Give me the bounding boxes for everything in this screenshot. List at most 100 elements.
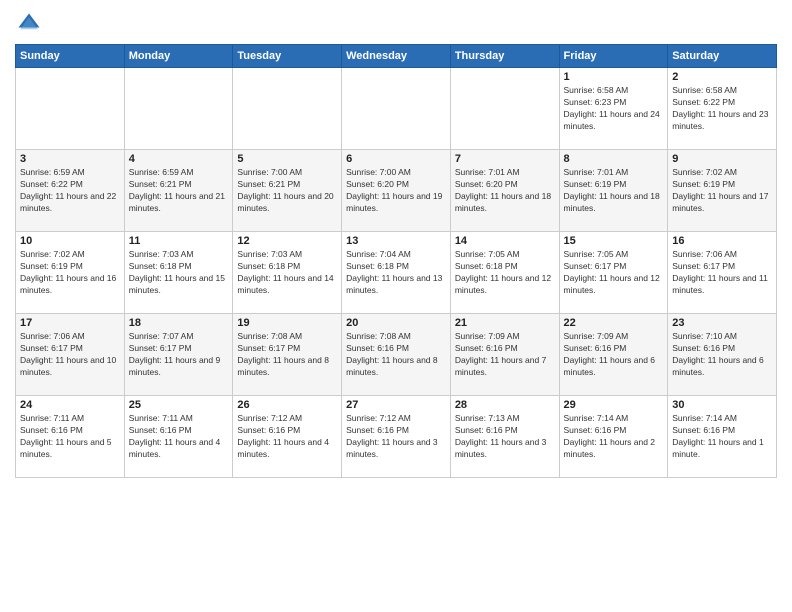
day-number: 8: [564, 153, 664, 165]
day-info: Sunrise: 7:01 AM Sunset: 6:19 PM Dayligh…: [564, 167, 664, 215]
day-number: 23: [672, 317, 772, 329]
day-number: 15: [564, 235, 664, 247]
calendar-cell: 25 Sunrise: 7:11 AM Sunset: 6:16 PM Dayli…: [124, 396, 233, 478]
day-number: 5: [237, 153, 337, 165]
day-number: 6: [346, 153, 446, 165]
day-info: Sunrise: 7:02 AM Sunset: 6:19 PM Dayligh…: [20, 249, 120, 297]
calendar-cell: [124, 68, 233, 150]
day-info: Sunrise: 7:06 AM Sunset: 6:17 PM Dayligh…: [672, 249, 772, 297]
calendar-cell: 15 Sunrise: 7:05 AM Sunset: 6:17 PM Dayli…: [559, 232, 668, 314]
week-row-2: 3 Sunrise: 6:59 AM Sunset: 6:22 PM Daylig…: [16, 150, 777, 232]
logo-icon: [15, 10, 43, 38]
weekday-header-tuesday: Tuesday: [233, 45, 342, 68]
calendar-cell: 27 Sunrise: 7:12 AM Sunset: 6:16 PM Dayli…: [342, 396, 451, 478]
day-number: 17: [20, 317, 120, 329]
weekday-header-wednesday: Wednesday: [342, 45, 451, 68]
calendar-cell: 28Sunrise: 7:13 AM Sunset: 6:16 PM Dayli…: [450, 396, 559, 478]
calendar-cell: 21Sunrise: 7:09 AM Sunset: 6:16 PM Dayli…: [450, 314, 559, 396]
day-number: 29: [564, 399, 664, 411]
calendar-cell: 6Sunrise: 7:00 AM Sunset: 6:20 PM Daylig…: [342, 150, 451, 232]
day-info: Sunrise: 7:14 AM Sunset: 6:16 PM Dayligh…: [564, 413, 664, 461]
weekday-header-monday: Monday: [124, 45, 233, 68]
page: SundayMondayTuesdayWednesdayThursdayFrid…: [0, 0, 792, 612]
calendar-cell: 22Sunrise: 7:09 AM Sunset: 6:16 PM Dayli…: [559, 314, 668, 396]
calendar-cell: 20 Sunrise: 7:08 AM Sunset: 6:16 PM Dayli…: [342, 314, 451, 396]
weekday-header-row: SundayMondayTuesdayWednesdayThursdayFrid…: [16, 45, 777, 68]
calendar-cell: 10 Sunrise: 7:02 AM Sunset: 6:19 PM Dayli…: [16, 232, 125, 314]
day-info: Sunrise: 7:04 AM Sunset: 6:18 PM Dayligh…: [346, 249, 446, 297]
day-info: Sunrise: 7:08 AM Sunset: 6:16 PM Dayligh…: [346, 331, 446, 379]
day-info: Sunrise: 7:02 AM Sunset: 6:19 PM Dayligh…: [672, 167, 772, 215]
day-number: 11: [129, 235, 229, 247]
day-info: Sunrise: 7:01 AM Sunset: 6:20 PM Dayligh…: [455, 167, 555, 215]
calendar-cell: 8 Sunrise: 7:01 AM Sunset: 6:19 PM Daylig…: [559, 150, 668, 232]
day-number: 27: [346, 399, 446, 411]
day-info: Sunrise: 6:59 AM Sunset: 6:22 PM Dayligh…: [20, 167, 120, 215]
calendar-cell: 24 Sunrise: 7:11 AM Sunset: 6:16 PM Dayli…: [16, 396, 125, 478]
calendar-cell: 14Sunrise: 7:05 AM Sunset: 6:18 PM Dayli…: [450, 232, 559, 314]
calendar-cell: 30 Sunrise: 7:14 AM Sunset: 6:16 PM Dayli…: [668, 396, 777, 478]
day-info: Sunrise: 7:05 AM Sunset: 6:17 PM Dayligh…: [564, 249, 664, 297]
day-number: 2: [672, 71, 772, 83]
weekday-header-sunday: Sunday: [16, 45, 125, 68]
day-info: Sunrise: 7:11 AM Sunset: 6:16 PM Dayligh…: [20, 413, 120, 461]
day-number: 22: [564, 317, 664, 329]
day-number: 3: [20, 153, 120, 165]
day-number: 12: [237, 235, 337, 247]
calendar-cell: 29 Sunrise: 7:14 AM Sunset: 6:16 PM Dayli…: [559, 396, 668, 478]
calendar-cell: 26 Sunrise: 7:12 AM Sunset: 6:16 PM Dayli…: [233, 396, 342, 478]
week-row-5: 24 Sunrise: 7:11 AM Sunset: 6:16 PM Dayli…: [16, 396, 777, 478]
calendar-cell: 23Sunrise: 7:10 AM Sunset: 6:16 PM Dayli…: [668, 314, 777, 396]
calendar-cell: [16, 68, 125, 150]
calendar-cell: 3 Sunrise: 6:59 AM Sunset: 6:22 PM Daylig…: [16, 150, 125, 232]
day-number: 10: [20, 235, 120, 247]
calendar-cell: 5 Sunrise: 7:00 AM Sunset: 6:21 PM Daylig…: [233, 150, 342, 232]
calendar-cell: 17Sunrise: 7:06 AM Sunset: 6:17 PM Dayli…: [16, 314, 125, 396]
calendar-cell: 12 Sunrise: 7:03 AM Sunset: 6:18 PM Dayli…: [233, 232, 342, 314]
weekday-header-thursday: Thursday: [450, 45, 559, 68]
calendar-cell: [450, 68, 559, 150]
calendar-cell: 11 Sunrise: 7:03 AM Sunset: 6:18 PM Dayli…: [124, 232, 233, 314]
week-row-3: 10 Sunrise: 7:02 AM Sunset: 6:19 PM Dayli…: [16, 232, 777, 314]
day-number: 28: [455, 399, 555, 411]
day-number: 24: [20, 399, 120, 411]
calendar-cell: 19Sunrise: 7:08 AM Sunset: 6:17 PM Dayli…: [233, 314, 342, 396]
week-row-4: 17Sunrise: 7:06 AM Sunset: 6:17 PM Dayli…: [16, 314, 777, 396]
day-number: 18: [129, 317, 229, 329]
calendar-cell: 1 Sunrise: 6:58 AM Sunset: 6:23 PM Daylig…: [559, 68, 668, 150]
day-info: Sunrise: 7:09 AM Sunset: 6:16 PM Dayligh…: [455, 331, 555, 379]
calendar-cell: 9 Sunrise: 7:02 AM Sunset: 6:19 PM Daylig…: [668, 150, 777, 232]
weekday-header-friday: Friday: [559, 45, 668, 68]
calendar-cell: [233, 68, 342, 150]
day-number: 13: [346, 235, 446, 247]
day-info: Sunrise: 7:12 AM Sunset: 6:16 PM Dayligh…: [237, 413, 337, 461]
day-info: Sunrise: 7:00 AM Sunset: 6:21 PM Dayligh…: [237, 167, 337, 215]
calendar-cell: 4 Sunrise: 6:59 AM Sunset: 6:21 PM Daylig…: [124, 150, 233, 232]
logo: [15, 10, 47, 38]
day-info: Sunrise: 7:14 AM Sunset: 6:16 PM Dayligh…: [672, 413, 772, 461]
day-number: 4: [129, 153, 229, 165]
day-info: Sunrise: 7:07 AM Sunset: 6:17 PM Dayligh…: [129, 331, 229, 379]
day-info: Sunrise: 7:03 AM Sunset: 6:18 PM Dayligh…: [237, 249, 337, 297]
day-number: 30: [672, 399, 772, 411]
day-number: 9: [672, 153, 772, 165]
day-info: Sunrise: 7:03 AM Sunset: 6:18 PM Dayligh…: [129, 249, 229, 297]
calendar: SundayMondayTuesdayWednesdayThursdayFrid…: [15, 44, 777, 478]
day-info: Sunrise: 6:58 AM Sunset: 6:23 PM Dayligh…: [564, 85, 664, 133]
calendar-cell: [342, 68, 451, 150]
day-number: 7: [455, 153, 555, 165]
day-number: 25: [129, 399, 229, 411]
calendar-cell: 13 Sunrise: 7:04 AM Sunset: 6:18 PM Dayli…: [342, 232, 451, 314]
day-number: 16: [672, 235, 772, 247]
day-info: Sunrise: 6:58 AM Sunset: 6:22 PM Dayligh…: [672, 85, 772, 133]
day-number: 20: [346, 317, 446, 329]
day-number: 26: [237, 399, 337, 411]
day-info: Sunrise: 7:12 AM Sunset: 6:16 PM Dayligh…: [346, 413, 446, 461]
day-number: 1: [564, 71, 664, 83]
day-number: 14: [455, 235, 555, 247]
day-info: Sunrise: 7:11 AM Sunset: 6:16 PM Dayligh…: [129, 413, 229, 461]
calendar-cell: 7 Sunrise: 7:01 AM Sunset: 6:20 PM Daylig…: [450, 150, 559, 232]
day-info: Sunrise: 6:59 AM Sunset: 6:21 PM Dayligh…: [129, 167, 229, 215]
header: [15, 10, 777, 38]
calendar-cell: 18 Sunrise: 7:07 AM Sunset: 6:17 PM Dayli…: [124, 314, 233, 396]
